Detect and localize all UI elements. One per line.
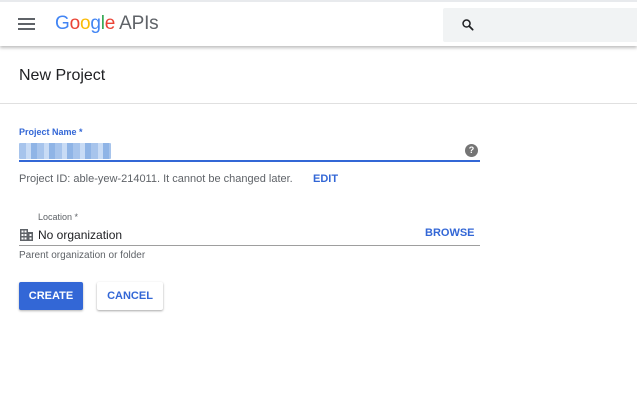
location-label: Location *: [38, 212, 79, 222]
help-icon[interactable]: ?: [465, 144, 478, 157]
cancel-button[interactable]: CANCEL: [97, 282, 163, 310]
location-value[interactable]: No organization: [38, 228, 122, 242]
browse-location-button[interactable]: BROWSE: [425, 227, 475, 239]
top-app-bar: Google APIs: [0, 0, 637, 46]
location-underline: [19, 245, 480, 246]
page-header: New Project: [0, 46, 637, 104]
search-icon: [462, 19, 474, 31]
project-id-text: Project ID: able-yew-214011. It cannot b…: [19, 173, 293, 185]
menu-icon[interactable]: [18, 18, 35, 30]
building-icon: [20, 229, 33, 241]
project-name-underline: [19, 160, 480, 162]
project-name-input[interactable]: [19, 143, 111, 159]
edit-project-id-button[interactable]: EDIT: [313, 173, 338, 185]
search-bar[interactable]: [443, 8, 637, 42]
google-apis-logo[interactable]: Google APIs: [55, 13, 159, 35]
location-hint: Parent organization or folder: [19, 250, 146, 261]
project-name-label: Project Name *: [19, 127, 83, 137]
page-title: New Project: [19, 67, 106, 84]
create-button[interactable]: CREATE: [19, 282, 83, 310]
